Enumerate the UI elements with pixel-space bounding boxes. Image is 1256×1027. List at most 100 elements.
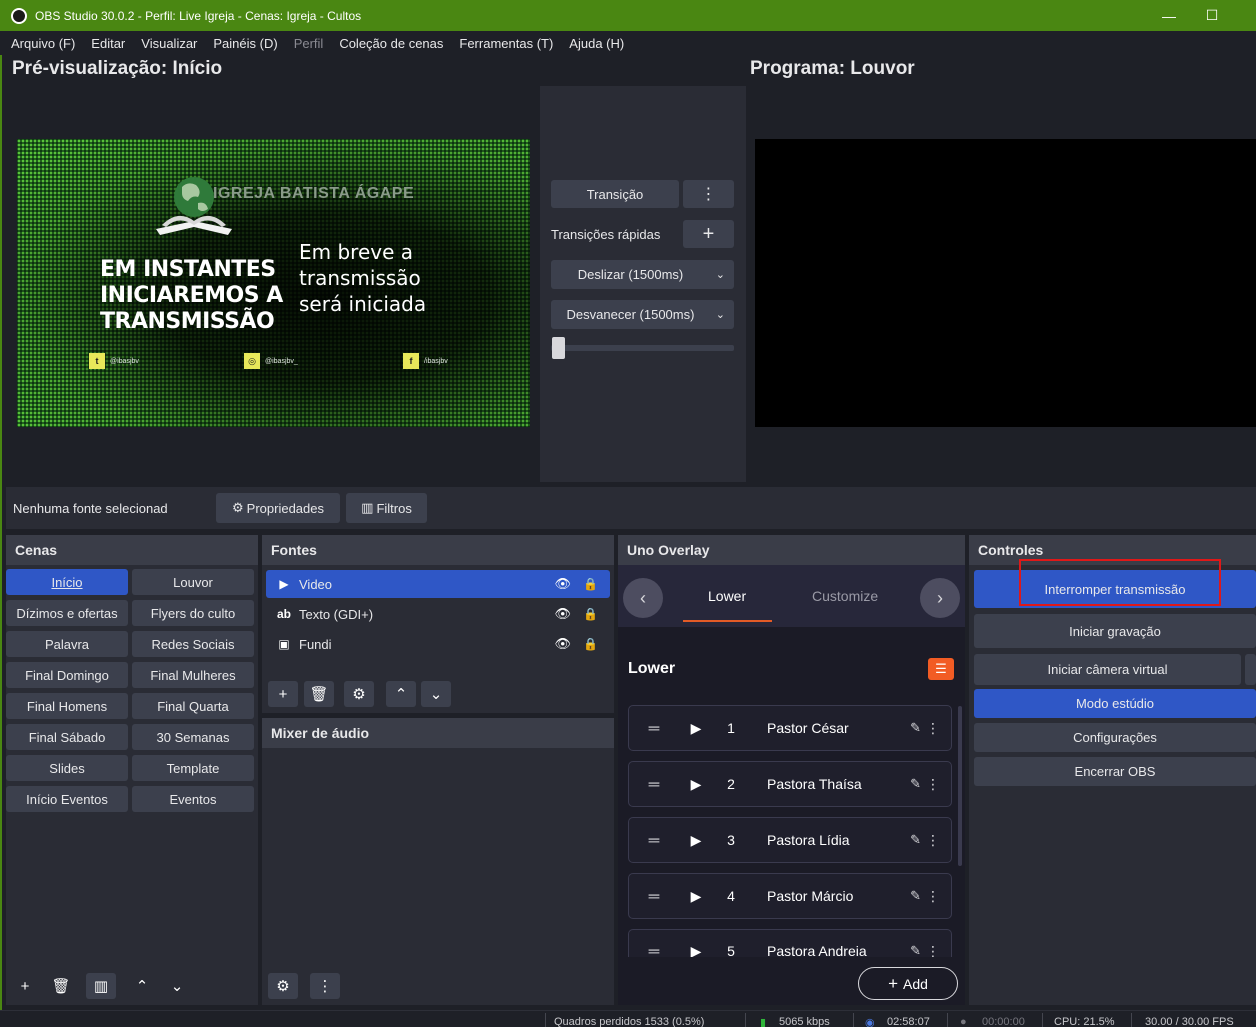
source-item[interactable]: ▣ Fundi 👁 🔒 xyxy=(266,630,610,658)
maximize-button[interactable]: ☐ xyxy=(1189,0,1235,31)
chevron-right-icon[interactable]: › xyxy=(920,578,960,618)
drag-handle-icon[interactable]: ═ xyxy=(629,832,679,849)
scene-item[interactable]: Início Eventos xyxy=(6,786,128,812)
scene-item[interactable]: 30 Semanas xyxy=(132,724,254,750)
scene-item[interactable]: Eventos xyxy=(132,786,254,812)
scene-item[interactable]: Louvor xyxy=(132,569,254,595)
move-up-icon[interactable]: ⌃ xyxy=(386,681,416,707)
scene-item[interactable]: Final Homens xyxy=(6,693,128,719)
trash-icon[interactable]: 🗑 xyxy=(304,681,334,707)
source-item[interactable]: ▶ Video 👁 🔒 xyxy=(266,570,610,598)
item-number: 3 xyxy=(727,832,735,848)
exit-button[interactable]: Encerrar OBS xyxy=(974,757,1256,786)
add-scene-button[interactable]: + xyxy=(10,973,40,999)
lock-icon[interactable]: 🔒 xyxy=(583,607,598,621)
scene-item[interactable]: Final Quarta xyxy=(132,693,254,719)
tab-lower[interactable]: Lower xyxy=(708,588,746,604)
edit-icon[interactable]: ✎ xyxy=(910,720,921,736)
virtual-camera-settings-icon[interactable] xyxy=(1245,654,1256,685)
add-quick-transition-button[interactable]: + xyxy=(683,220,734,248)
lock-icon[interactable]: 🔒 xyxy=(583,637,598,651)
move-down-icon[interactable]: ⌄ xyxy=(421,681,451,707)
source-item[interactable]: ab Texto (GDI+) 👁 🔒 xyxy=(266,600,610,628)
properties-button[interactable]: ⚙ Propriedades xyxy=(216,493,340,523)
menu-arquivo[interactable]: Arquivo (F) xyxy=(3,36,83,51)
play-icon[interactable]: ▶ xyxy=(679,888,713,905)
scene-item[interactable]: Dízimos e ofertas xyxy=(6,600,128,626)
menu-colecao[interactable]: Coleção de cenas xyxy=(331,36,451,51)
more-icon[interactable]: ⋮ xyxy=(926,943,940,957)
instagram-icon: ◎ xyxy=(244,353,260,369)
scene-item[interactable]: Final Sábado xyxy=(6,724,128,750)
edit-icon[interactable]: ✎ xyxy=(910,776,921,792)
drag-handle-icon[interactable]: ═ xyxy=(629,776,679,793)
menu-editar[interactable]: Editar xyxy=(83,36,133,51)
menu-perfil[interactable]: Perfil xyxy=(286,36,332,51)
scene-item[interactable]: Palavra xyxy=(6,631,128,657)
scene-item[interactable]: Slides xyxy=(6,755,128,781)
gear-icon[interactable]: ⚙ xyxy=(344,681,374,707)
t-bar-track[interactable] xyxy=(551,345,734,351)
menu-ferramentas[interactable]: Ferramentas (T) xyxy=(451,36,561,51)
lower-third-item[interactable]: ═ ▶ 2 Pastora Thaísa ✎ ⋮ xyxy=(628,761,952,807)
eye-icon[interactable]: 👁 xyxy=(554,576,571,592)
minimize-button[interactable]: — xyxy=(1146,0,1192,31)
program-canvas[interactable] xyxy=(755,139,1256,427)
scene-item[interactable]: Redes Sociais xyxy=(132,631,254,657)
edit-icon[interactable]: ✎ xyxy=(910,832,921,848)
add-source-button[interactable]: + xyxy=(268,681,298,707)
transition-button[interactable]: Transição xyxy=(551,180,679,208)
more-icon[interactable]: ⋮ xyxy=(926,832,940,849)
transition-more-icon[interactable]: ⋮ xyxy=(683,180,734,208)
settings-button[interactable]: Configurações xyxy=(974,723,1256,752)
play-icon[interactable]: ▶ xyxy=(679,832,713,849)
mixer-settings-icon[interactable]: ⚙ xyxy=(268,973,298,999)
scene-item[interactable]: Final Mulheres xyxy=(132,662,254,688)
lower-third-item[interactable]: ═ ▶ 5 Pastora Andreia ✎ ⋮ xyxy=(628,929,952,957)
add-lower-third-button[interactable]: + Add xyxy=(858,967,958,1000)
filters-button[interactable]: ▥ Filtros xyxy=(346,493,427,523)
menu-ajuda[interactable]: Ajuda (H) xyxy=(561,36,632,51)
start-recording-button[interactable]: Iniciar gravação xyxy=(974,614,1256,648)
studio-mode-button[interactable]: Modo estúdio xyxy=(974,689,1256,718)
scene-item[interactable]: Final Domingo xyxy=(6,662,128,688)
quick-transition-slide[interactable]: Deslizar (1500ms) ⌄ xyxy=(551,260,734,289)
mixer-more-icon[interactable]: ⋮ xyxy=(310,973,340,999)
more-icon[interactable]: ⋮ xyxy=(926,720,940,737)
start-virtual-camera-button[interactable]: Iniciar câmera virtual xyxy=(974,654,1241,685)
eye-icon[interactable]: 👁 xyxy=(554,606,571,622)
menu-visualizar[interactable]: Visualizar xyxy=(133,36,205,51)
tab-customize[interactable]: Customize xyxy=(812,588,878,604)
lower-third-item[interactable]: ═ ▶ 3 Pastora Lídia ✎ ⋮ xyxy=(628,817,952,863)
t-bar-handle[interactable] xyxy=(552,337,565,359)
scene-item[interactable]: Flyers do culto xyxy=(132,600,254,626)
edit-icon[interactable]: ✎ xyxy=(910,888,921,904)
source-name: Video xyxy=(299,576,333,592)
trash-icon[interactable]: 🗑 xyxy=(46,973,76,999)
preview-canvas[interactable]: IGREJA BATISTA ÁGAPE EM INSTANTES INICIA… xyxy=(17,139,530,427)
scene-item[interactable]: Início xyxy=(6,569,128,595)
lower-third-item[interactable]: ═ ▶ 1 Pastor César ✎ ⋮ xyxy=(628,705,952,751)
item-number: 4 xyxy=(727,888,735,904)
move-up-icon[interactable]: ⌃ xyxy=(127,973,157,999)
drag-handle-icon[interactable]: ═ xyxy=(629,888,679,905)
drag-handle-icon[interactable]: ═ xyxy=(629,943,679,957)
drag-handle-icon[interactable]: ═ xyxy=(629,720,679,737)
chevron-left-icon[interactable]: ‹ xyxy=(623,578,663,618)
scene-item[interactable]: Template xyxy=(132,755,254,781)
move-down-icon[interactable]: ⌄ xyxy=(162,973,192,999)
lower-third-item[interactable]: ═ ▶ 4 Pastor Márcio ✎ ⋮ xyxy=(628,873,952,919)
more-icon[interactable]: ⋮ xyxy=(926,776,940,793)
play-icon[interactable]: ▶ xyxy=(679,720,713,737)
quick-transition-fade[interactable]: Desvanecer (1500ms) ⌄ xyxy=(551,300,734,329)
play-icon[interactable]: ▶ xyxy=(679,776,713,793)
edit-icon[interactable]: ✎ xyxy=(910,943,921,957)
lock-icon[interactable]: 🔒 xyxy=(583,577,598,591)
menu-paineis[interactable]: Painéis (D) xyxy=(205,36,285,51)
play-icon[interactable]: ▶ xyxy=(679,943,713,957)
more-icon[interactable]: ⋮ xyxy=(926,888,940,905)
eye-icon[interactable]: 👁 xyxy=(554,636,571,652)
uno-scrollbar[interactable] xyxy=(958,706,962,866)
list-icon[interactable]: ☰ xyxy=(928,658,954,680)
scene-filter-icon[interactable]: ▥ xyxy=(86,973,116,999)
